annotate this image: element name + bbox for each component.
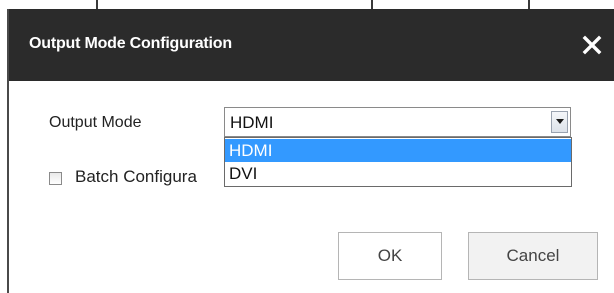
output-mode-option-dvi[interactable]: DVI xyxy=(225,162,571,185)
background-divider xyxy=(96,0,98,9)
ok-button[interactable]: OK xyxy=(338,232,442,280)
close-icon xyxy=(582,35,602,55)
output-mode-dropdown-list: HDMI DVI xyxy=(224,137,572,187)
batch-configuration-label: Batch Configura xyxy=(75,167,197,186)
output-mode-dialog: Output Mode Configuration Output Mode HD… xyxy=(7,9,614,293)
batch-configuration-checkbox[interactable] xyxy=(49,172,62,185)
output-mode-select[interactable]: HDMI xyxy=(224,107,571,137)
dropdown-toggle[interactable] xyxy=(551,111,568,133)
background-window-edge xyxy=(0,0,614,9)
dialog-title: Output Mode Configuration xyxy=(29,35,232,52)
background-divider xyxy=(371,0,373,9)
output-mode-label: Output Mode xyxy=(49,114,142,131)
cancel-button[interactable]: Cancel xyxy=(468,232,598,280)
output-mode-option-hdmi[interactable]: HDMI xyxy=(225,139,571,162)
output-mode-selected-value: HDMI xyxy=(230,113,274,132)
background-divider xyxy=(528,0,530,9)
chevron-down-icon xyxy=(555,119,564,124)
dialog-titlebar: Output Mode Configuration xyxy=(9,9,614,81)
close-button[interactable] xyxy=(580,33,604,57)
